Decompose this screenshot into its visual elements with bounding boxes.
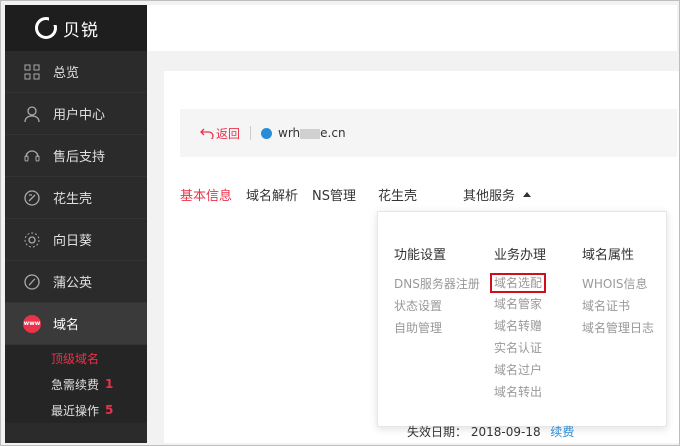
count-badge: 5 bbox=[105, 403, 114, 417]
logo-icon bbox=[35, 16, 58, 39]
column-title: 功能设置 bbox=[394, 248, 447, 263]
sidebar-item-label: 花生壳 bbox=[53, 192, 93, 207]
column-title: 域名属性 bbox=[582, 248, 635, 263]
sidebar-item-sunflower[interactable]: 向日葵 bbox=[5, 219, 147, 261]
redaction-mask bbox=[300, 128, 321, 139]
link-domain-selection[interactable]: 域名选配 bbox=[490, 273, 547, 293]
tab-other-services-label: 其他服务 bbox=[463, 189, 516, 204]
link-domain-transfer-gift[interactable]: 域名转赠 bbox=[494, 315, 546, 337]
sidebar-item-label: 域名 bbox=[53, 318, 80, 333]
grid-icon bbox=[23, 63, 41, 81]
tab-dns-resolution[interactable]: 域名解析 bbox=[246, 185, 298, 204]
sidebar-subitem-label: 顶级域名 bbox=[51, 351, 100, 366]
sidebar-item-label: 售后支持 bbox=[53, 150, 106, 165]
support-icon bbox=[23, 147, 41, 165]
link-self-management[interactable]: 自助管理 bbox=[394, 317, 480, 339]
expiry-label: 失效日期： bbox=[407, 425, 468, 439]
sunflower-icon bbox=[23, 231, 41, 249]
link-domain-certificate[interactable]: 域名证书 bbox=[582, 295, 654, 317]
back-link[interactable]: 返回 bbox=[200, 125, 240, 142]
sidebar-subitem-label: 最近操作 bbox=[51, 403, 100, 418]
sidebar-item-user-center[interactable]: 用户中心 bbox=[5, 93, 147, 135]
sidebar-subitem-top-level-domain[interactable]: 顶级域名 bbox=[5, 345, 147, 371]
caret-up-icon bbox=[523, 192, 532, 197]
sidebar-item-label: 用户中心 bbox=[53, 108, 106, 123]
back-label: 返回 bbox=[216, 126, 241, 141]
domain-name-prefix: wrh bbox=[278, 126, 301, 140]
user-icon bbox=[23, 105, 41, 123]
tab-other-services[interactable]: 其他服务 bbox=[463, 185, 532, 204]
link-dns-server-register[interactable]: DNS服务器注册 bbox=[394, 273, 480, 295]
column-title: 业务办理 bbox=[494, 248, 547, 263]
sidebar-subitem-recent-operations[interactable]: 最近操作 5 bbox=[5, 397, 147, 423]
domain-header-bar: 返回 wrh e.cn bbox=[180, 109, 677, 157]
top-bar bbox=[147, 5, 677, 51]
sidebar-item-overview[interactable]: 总览 bbox=[5, 51, 147, 93]
domain-name: wrh e.cn bbox=[261, 126, 346, 140]
sidebar: 贝锐 总览 用户中心 售后支持 花生壳 向日葵 蒲公英 www 域名 顶级域名 … bbox=[5, 5, 147, 443]
link-domain-transfer-out[interactable]: 域名转出 bbox=[494, 381, 546, 403]
sidebar-subitem-urgent-renewal[interactable]: 急需续费 1 bbox=[5, 371, 147, 397]
tab-ns-management[interactable]: NS管理 bbox=[312, 185, 356, 204]
link-domain-butler[interactable]: 域名管家 bbox=[494, 293, 546, 315]
domain-detail-panel: 返回 wrh e.cn 基本信息 域名解析 NS管理 花生壳 其他服务 功能设置 bbox=[164, 71, 679, 443]
sidebar-item-label: 向日葵 bbox=[53, 234, 93, 249]
count-badge: 1 bbox=[105, 377, 114, 391]
link-domain-management-log[interactable]: 域名管理日志 bbox=[582, 317, 654, 339]
app-window: 贝锐 总览 用户中心 售后支持 花生壳 向日葵 蒲公英 www 域名 顶级域名 … bbox=[0, 0, 680, 446]
divider bbox=[250, 126, 252, 140]
dropdown-column-settings: 功能设置 DNS服务器注册 状态设置 自助管理 bbox=[394, 244, 480, 339]
brand-name: 贝锐 bbox=[63, 20, 99, 41]
renew-link[interactable]: 续费 bbox=[550, 425, 574, 439]
peanut-icon bbox=[23, 189, 41, 207]
other-services-dropdown: 功能设置 DNS服务器注册 状态设置 自助管理 业务办理 域名选配 域名管家 域… bbox=[377, 211, 667, 427]
link-whois-info[interactable]: WHOIS信息 bbox=[582, 273, 654, 295]
link-domain-ownership-transfer[interactable]: 域名过户 bbox=[494, 359, 546, 381]
link-status-settings[interactable]: 状态设置 bbox=[394, 295, 480, 317]
sidebar-item-label: 总览 bbox=[53, 66, 80, 81]
expiry-row: 失效日期： 2018-09-18 续费 bbox=[407, 423, 574, 440]
www-icon: www bbox=[23, 314, 41, 333]
sidebar-subitem-label: 急需续费 bbox=[51, 377, 100, 392]
sidebar-item-support[interactable]: 售后支持 bbox=[5, 135, 147, 177]
domain-name-suffix: e.cn bbox=[320, 126, 346, 140]
globe-icon bbox=[261, 127, 273, 139]
link-real-name-auth[interactable]: 实名认证 bbox=[494, 337, 546, 359]
tab-peanut-shell[interactable]: 花生壳 bbox=[378, 185, 417, 204]
dandelion-icon bbox=[23, 273, 41, 291]
sidebar-item-dandelion[interactable]: 蒲公英 bbox=[5, 261, 147, 303]
sidebar-item-label: 蒲公英 bbox=[53, 276, 93, 291]
sidebar-item-peanut-shell[interactable]: 花生壳 bbox=[5, 177, 147, 219]
dropdown-column-business: 业务办理 域名选配 域名管家 域名转赠 实名认证 域名过户 域名转出 bbox=[490, 244, 547, 403]
dropdown-column-attributes: 域名属性 WHOIS信息 域名证书 域名管理日志 bbox=[582, 244, 654, 339]
brand-logo[interactable]: 贝锐 bbox=[5, 5, 147, 51]
sidebar-item-domain[interactable]: www 域名 bbox=[5, 303, 147, 345]
tab-basic-info[interactable]: 基本信息 bbox=[180, 185, 232, 204]
expiry-date: 2018-09-18 bbox=[470, 425, 541, 439]
domain-tabs: 基本信息 域名解析 NS管理 花生壳 其他服务 bbox=[180, 185, 545, 204]
back-arrow-icon bbox=[200, 128, 214, 139]
